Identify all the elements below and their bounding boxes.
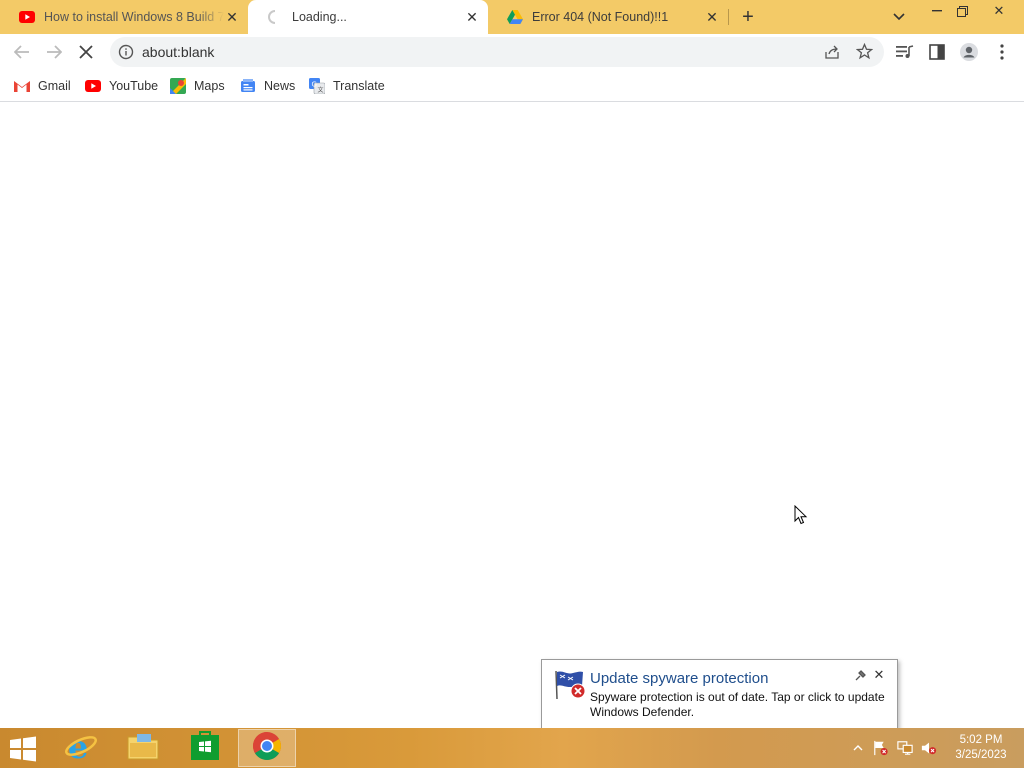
page-content[interactable]	[0, 103, 1024, 728]
google-drive-icon	[507, 9, 523, 25]
translate-icon: G文	[309, 78, 325, 94]
bookmark-label: Translate	[333, 79, 385, 93]
close-tab-icon[interactable]: ✕	[464, 9, 480, 25]
volume-muted-icon[interactable]	[921, 740, 937, 756]
maps-icon	[170, 78, 186, 94]
svg-text:文: 文	[318, 86, 324, 94]
network-icon[interactable]	[897, 740, 913, 756]
windows-start-icon[interactable]	[8, 736, 38, 762]
browser-toolbar: about:blank	[0, 34, 1024, 70]
notification-title: Update spyware protection	[590, 670, 769, 687]
taskbar: e 5:02 PM 3/25/2023	[0, 728, 1024, 768]
bookmark-translate[interactable]: G文 Translate	[309, 76, 385, 96]
forward-button[interactable]	[42, 40, 66, 64]
bookmark-youtube[interactable]: YouTube	[85, 76, 158, 96]
tab-title: Loading...	[292, 10, 347, 24]
chrome-icon	[252, 731, 282, 766]
pin-icon[interactable]	[853, 669, 867, 683]
bookmark-maps[interactable]: Maps	[170, 76, 225, 96]
gmail-icon	[14, 78, 30, 94]
taskbar-internet-explorer[interactable]: e	[52, 728, 110, 767]
show-hidden-icons-chevron-icon[interactable]	[850, 740, 866, 756]
tab-youtube[interactable]: How to install Windows 8 Build 7 ✕	[0, 0, 248, 34]
clock-time: 5:02 PM	[959, 734, 1003, 746]
windows-defender-flag-icon	[553, 669, 587, 701]
bookmarks-bar: Gmail YouTube Maps News G文 Translate	[0, 70, 1024, 102]
stop-loading-button[interactable]	[74, 40, 98, 64]
bookmark-label: News	[264, 79, 296, 93]
taskbar-chrome[interactable]	[238, 729, 296, 767]
close-notification-icon[interactable]: ✕	[872, 667, 886, 682]
youtube-icon	[85, 78, 101, 94]
svg-text:G: G	[312, 81, 317, 89]
tab-error-404[interactable]: Error 404 (Not Found)!!1 ✕	[488, 0, 728, 34]
system-clock[interactable]: 5:02 PM 3/25/2023	[946, 733, 1016, 763]
share-icon[interactable]	[824, 44, 840, 65]
action-center-flag-icon[interactable]	[873, 740, 889, 756]
screen: How to install Windows 8 Build 7 ✕ Loadi…	[0, 0, 1024, 768]
defender-notification[interactable]: Update spyware protection Spyware protec…	[541, 659, 898, 738]
bookmark-label: Maps	[194, 79, 225, 93]
tab-loading[interactable]: Loading... ✕	[248, 0, 488, 34]
taskbar-store[interactable]	[176, 729, 234, 767]
menu-kebab-icon[interactable]	[993, 43, 1011, 61]
tab-title: Error 404 (Not Found)!!1	[532, 10, 669, 24]
bookmark-gmail[interactable]: Gmail	[14, 76, 71, 96]
taskbar-file-explorer[interactable]	[114, 729, 172, 767]
info-icon[interactable]	[118, 44, 134, 60]
side-panel-icon[interactable]	[928, 43, 946, 61]
tab-strip: How to install Windows 8 Build 7 ✕ Loadi…	[0, 0, 1024, 34]
store-icon	[190, 730, 220, 766]
restore-button[interactable]	[947, 0, 977, 22]
media-control-icon[interactable]	[896, 43, 914, 61]
new-tab-button[interactable]: +	[736, 5, 760, 29]
close-window-button[interactable]: ✕	[984, 0, 1014, 22]
tab-separator	[728, 9, 729, 25]
file-explorer-icon	[127, 732, 159, 765]
bookmark-star-icon[interactable]	[855, 42, 874, 65]
youtube-icon	[19, 9, 35, 25]
loading-spinner-icon	[267, 9, 283, 25]
close-tab-icon[interactable]: ✕	[224, 9, 240, 25]
notification-message: Spyware protection is out of date. Tap o…	[590, 690, 885, 719]
close-tab-icon[interactable]: ✕	[704, 9, 720, 25]
bookmark-label: Gmail	[38, 79, 71, 93]
news-icon	[240, 78, 256, 94]
url-text[interactable]: about:blank	[142, 44, 214, 60]
mouse-cursor-icon	[794, 505, 808, 525]
tab-search-chevron-icon[interactable]	[890, 8, 908, 26]
internet-explorer-icon: e	[64, 728, 98, 767]
profile-avatar-icon[interactable]	[960, 43, 978, 61]
back-button[interactable]	[10, 40, 34, 64]
bookmark-label: YouTube	[109, 79, 159, 93]
tab-title: How to install Windows 8 Build 7	[44, 10, 224, 24]
address-bar[interactable]: about:blank	[110, 37, 884, 67]
bookmark-news[interactable]: News	[240, 76, 295, 96]
clock-date: 3/25/2023	[955, 749, 1007, 761]
